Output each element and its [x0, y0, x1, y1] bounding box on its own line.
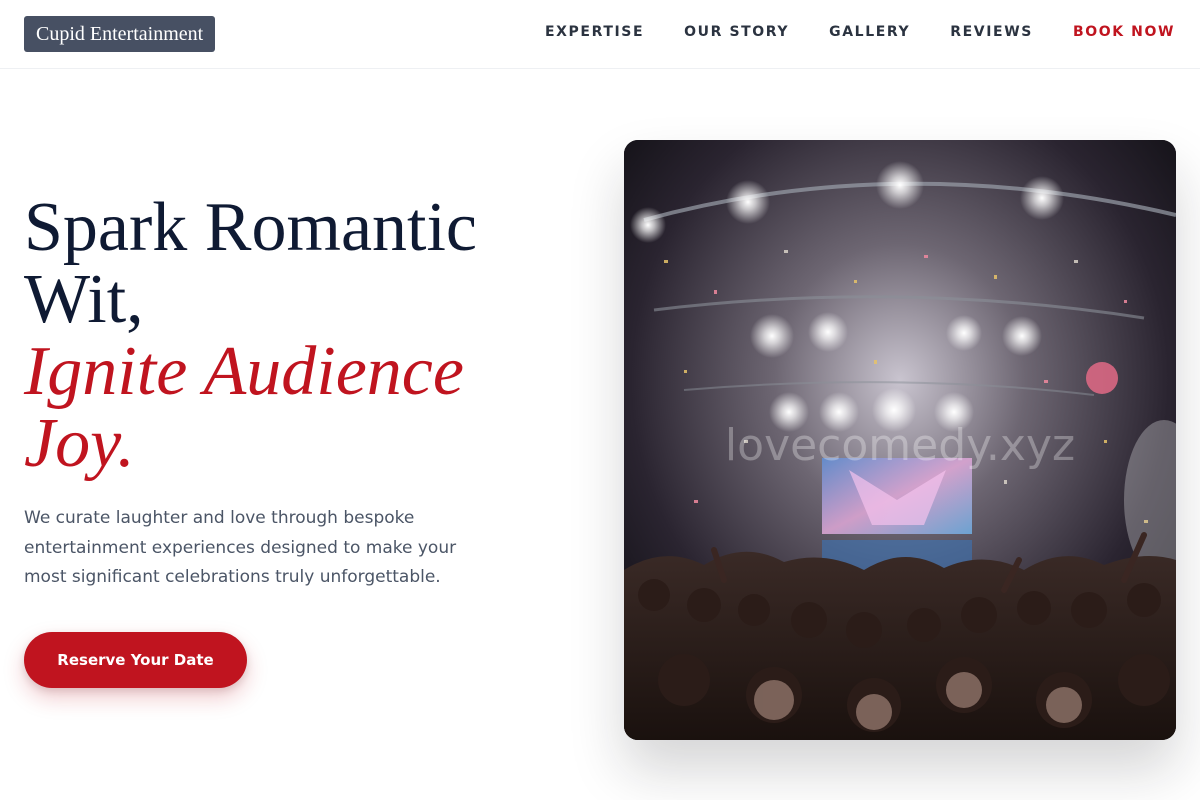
headline-line: Wit, [24, 261, 144, 338]
hero-headline: Spark Romantic Wit, Ignite Audience Joy. [24, 192, 544, 480]
image-watermark: lovecomedy.xyz [724, 420, 1076, 471]
hero-description: We curate laughter and love through besp… [24, 508, 457, 587]
nav-link-gallery[interactable]: GALLERY [829, 22, 910, 42]
headline-accent-line: Ignite Audience [24, 333, 464, 410]
headline-line: Spark Romantic [24, 189, 477, 266]
reserve-date-button[interactable]: Reserve Your Date [24, 632, 247, 688]
nav-link-expertise[interactable]: EXPERTISE [545, 22, 644, 42]
nav-link-book-now[interactable]: BOOK NOW [1073, 22, 1175, 42]
concert-crowd-image: lovecomedy.xyz [624, 140, 1176, 740]
main-nav: EXPERTISE OUR STORY GALLERY REVIEWS BOOK… [545, 22, 1175, 42]
headline-accent-line: Joy. [24, 405, 135, 482]
nav-link-reviews[interactable]: REVIEWS [950, 22, 1033, 42]
nav-link-our-story[interactable]: OUR STORY [684, 22, 789, 42]
brand-logo[interactable]: Cupid Entertainment [24, 16, 216, 52]
site-header: Cupid Entertainment EXPERTISE OUR STORY … [0, 0, 1200, 69]
